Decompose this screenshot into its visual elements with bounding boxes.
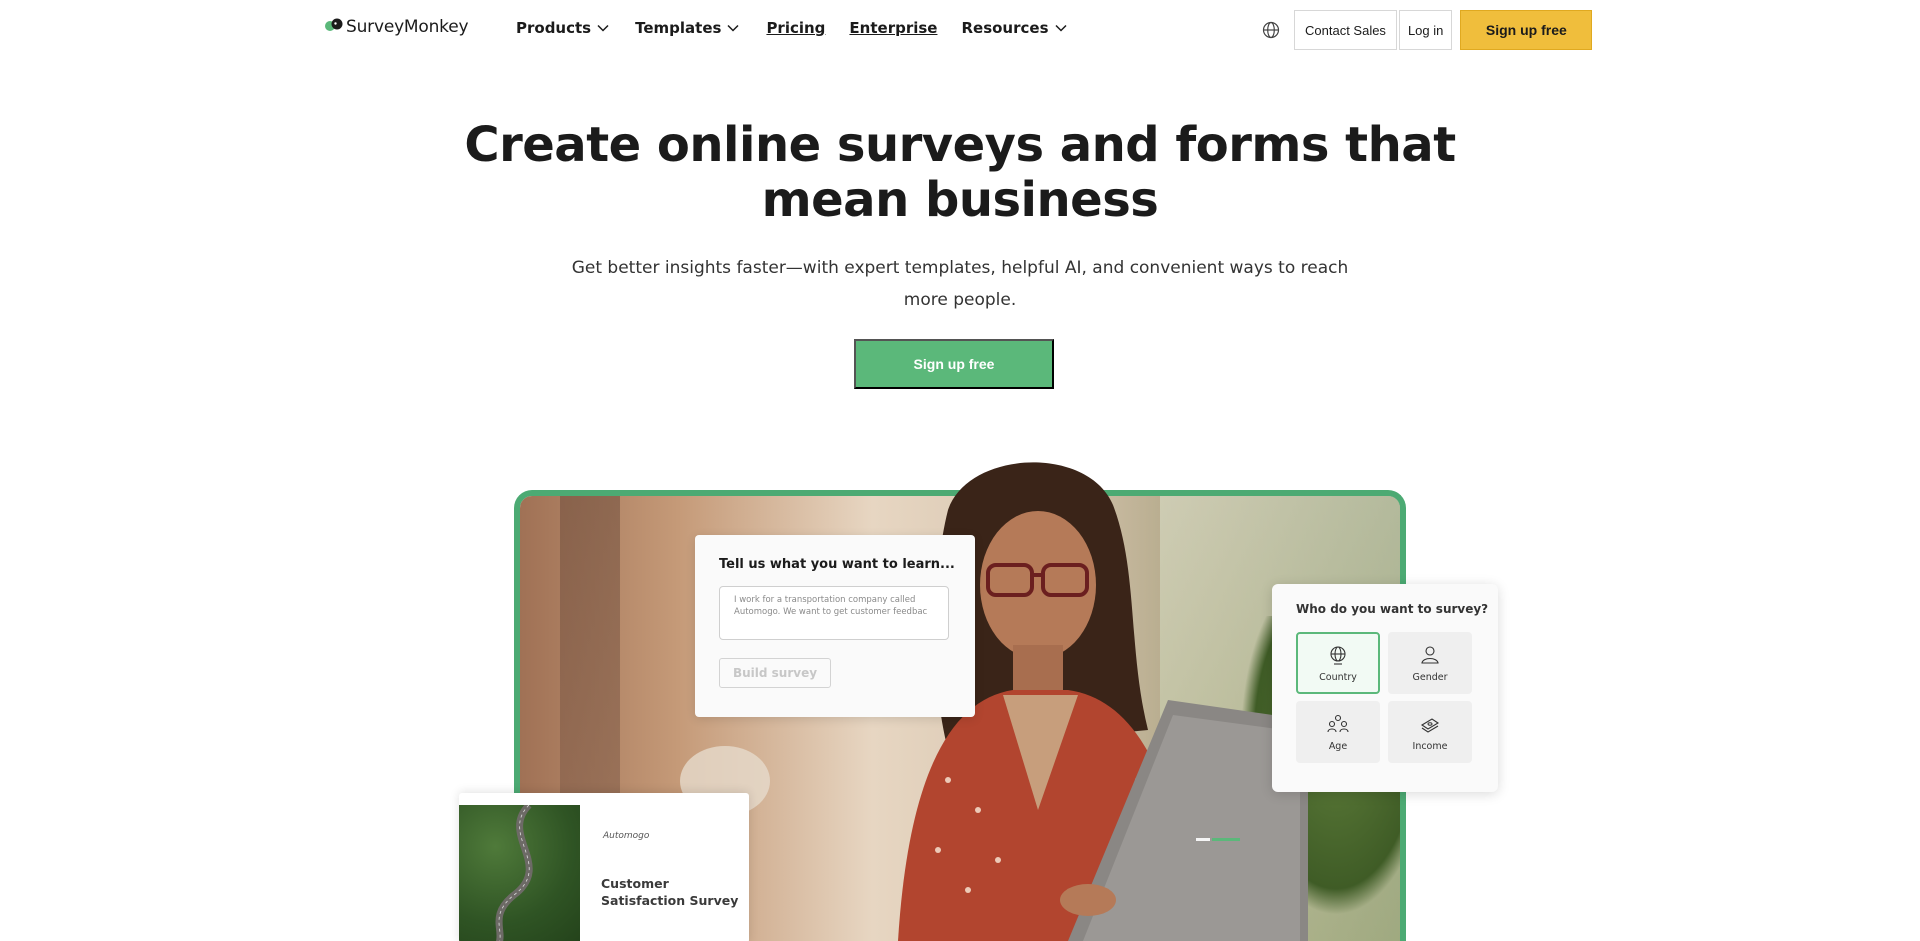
surveymonkey-logo-link[interactable]: SurveyMonkey xyxy=(324,14,472,52)
audience-options: Country Gender Age Income xyxy=(1296,632,1474,763)
sign-up-free-button-hero[interactable]: Sign up free xyxy=(854,339,1054,389)
header-actions: Contact Sales Log in Sign up free xyxy=(1262,10,1593,50)
site-header: SurveyMonkey Products Templates Pricing … xyxy=(0,0,1920,60)
audience-card-title: Who do you want to survey? xyxy=(1296,602,1489,616)
audience-option-country: Country xyxy=(1296,632,1380,694)
contact-sales-button[interactable]: Contact Sales xyxy=(1294,10,1397,50)
hero-subtitle: Get better insights faster—with expert t… xyxy=(571,258,1349,310)
carousel-indicator xyxy=(1196,838,1240,841)
audience-option-gender: Gender xyxy=(1388,632,1472,694)
nav-resources[interactable]: Resources xyxy=(961,19,1067,37)
globe-language-icon[interactable] xyxy=(1262,21,1280,39)
audience-option-label: Age xyxy=(1328,740,1348,752)
nav-pricing[interactable]: Pricing xyxy=(766,19,825,37)
audience-card: Who do you want to survey? Country Gende… xyxy=(1272,584,1498,792)
nav-templates[interactable]: Templates xyxy=(635,19,740,37)
carousel-dot[interactable] xyxy=(1196,838,1210,841)
sign-up-free-button-header[interactable]: Sign up free xyxy=(1460,10,1593,50)
globe-icon xyxy=(1330,645,1346,665)
money-icon xyxy=(1420,717,1440,733)
nav-products[interactable]: Products xyxy=(516,19,610,37)
nav-resources-label: Resources xyxy=(961,19,1049,37)
survey-preview-card: Automogo Customer Satisfaction Survey xyxy=(459,793,749,941)
build-survey-button: Build survey xyxy=(719,658,831,688)
brand-name: SurveyMonkey xyxy=(346,17,469,37)
surveymonkey-logo-icon xyxy=(325,18,343,31)
main-nav: Products Templates Pricing Enterprise Re… xyxy=(516,14,1068,42)
nav-products-label: Products xyxy=(516,19,592,37)
audience-option-age: Age xyxy=(1296,701,1380,763)
nav-enterprise[interactable]: Enterprise xyxy=(849,19,937,37)
chevron-down-icon xyxy=(727,24,739,32)
aerial-road-image xyxy=(459,805,580,941)
carousel-dot-active[interactable] xyxy=(1212,838,1240,841)
hero-title: Create online surveys and forms that mea… xyxy=(464,117,1456,228)
nav-templates-label: Templates xyxy=(635,19,722,37)
learn-prompt-input: I work for a transportation company call… xyxy=(719,586,949,640)
survey-title: Customer Satisfaction Survey xyxy=(601,876,739,908)
audience-option-label: Country xyxy=(1319,671,1357,683)
chevron-down-icon xyxy=(1054,24,1067,32)
learn-prompt-card: Tell us what you want to learn... I work… xyxy=(695,535,975,717)
learn-prompt-title: Tell us what you want to learn... xyxy=(719,557,955,572)
person-icon xyxy=(1421,645,1439,664)
log-in-button[interactable]: Log in xyxy=(1398,10,1453,50)
survey-brand-label: Automogo xyxy=(603,831,650,841)
people-icon xyxy=(1327,714,1349,732)
chevron-down-icon xyxy=(597,24,609,32)
audience-option-label: Gender xyxy=(1412,671,1448,683)
audience-option-income: Income xyxy=(1388,701,1472,763)
audience-option-label: Income xyxy=(1412,740,1448,752)
